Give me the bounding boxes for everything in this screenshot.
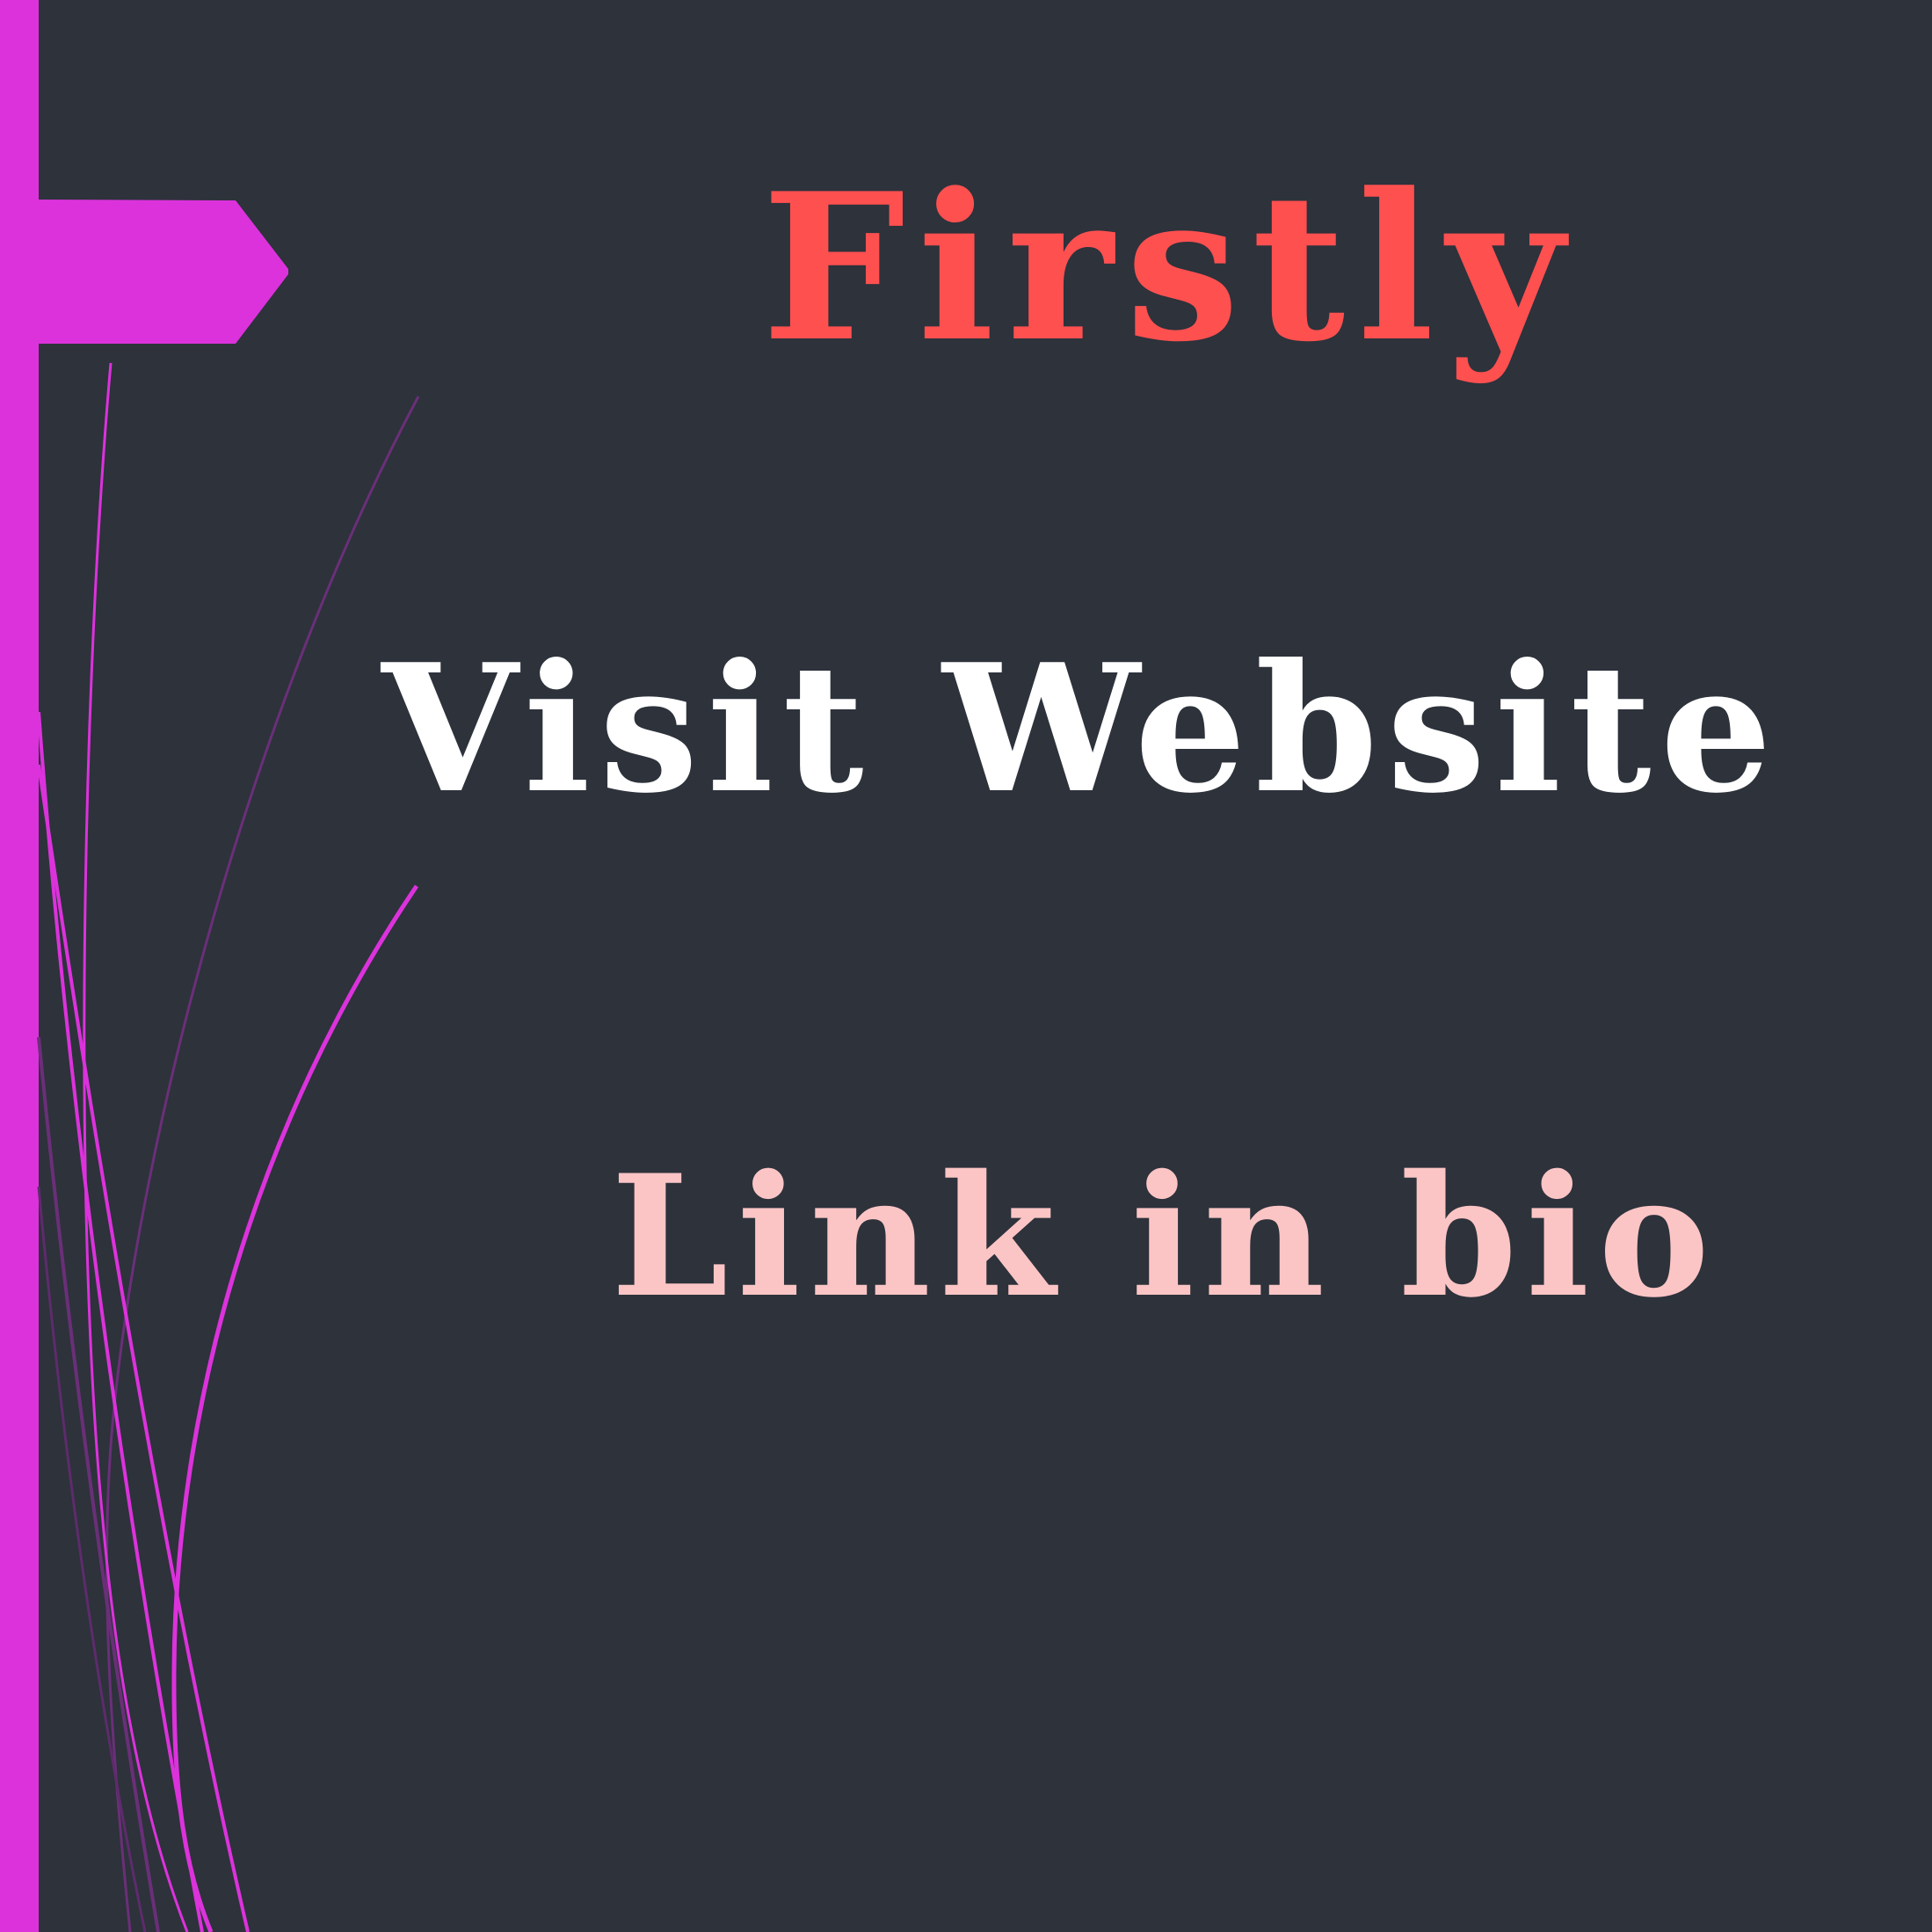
arrow-tab-icon <box>35 200 288 344</box>
decor-curve <box>105 396 420 1932</box>
cta-link-in-bio: Link in bio <box>611 1138 1718 1334</box>
slide: Firstly Visit Website Link in bio <box>0 0 1932 1932</box>
title-firstly: Firstly <box>761 149 1577 387</box>
decor-curve <box>171 884 419 1932</box>
decor-curve <box>83 362 189 1932</box>
subtitle-visit-website: Visit Website <box>381 626 1781 832</box>
decor-curve <box>37 764 250 1932</box>
